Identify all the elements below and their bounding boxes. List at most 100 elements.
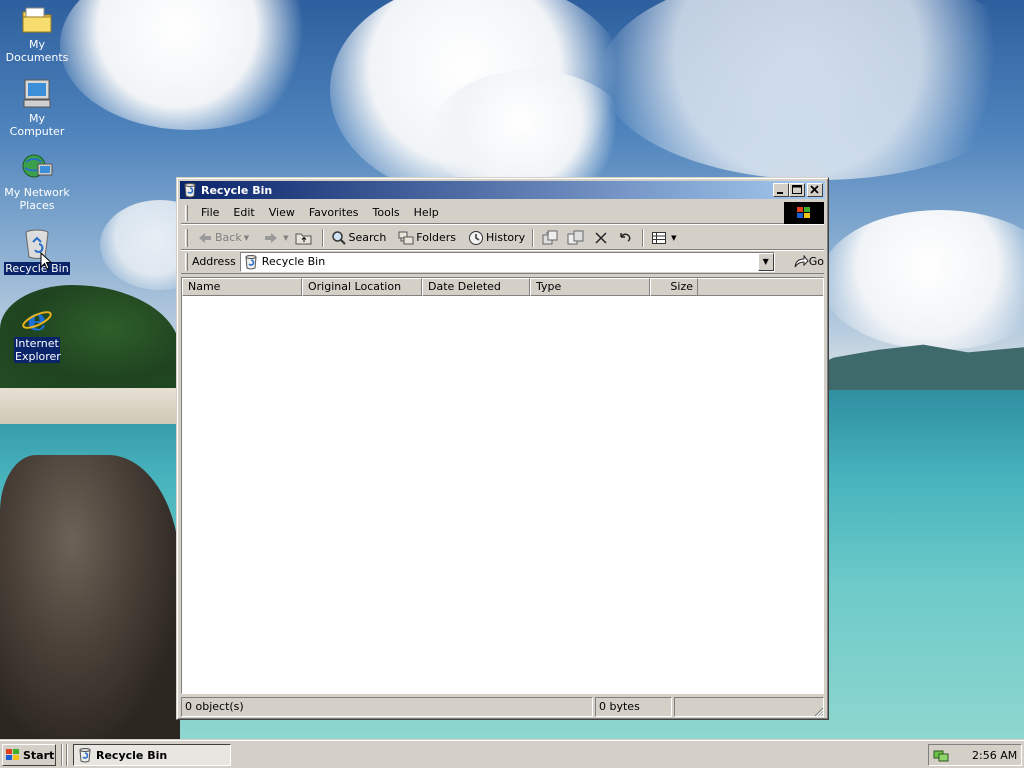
undo-button[interactable]	[614, 227, 638, 249]
back-arrow-icon	[199, 232, 211, 243]
menu-favorites[interactable]: Favorites	[302, 204, 366, 221]
undo-icon	[620, 232, 631, 242]
menu-edit[interactable]: Edit	[226, 204, 261, 221]
taskbar-button-label: Recycle Bin	[96, 748, 168, 762]
system-tray: 2:56 AM	[928, 744, 1022, 766]
resize-grip-icon[interactable]	[812, 705, 824, 717]
column-header-name[interactable]: Name	[182, 278, 302, 296]
address-bar: Address Recycle Bin ▼ Go	[181, 250, 824, 274]
search-label: Search	[348, 231, 387, 244]
start-label: Start	[23, 748, 55, 762]
taskbar-grip[interactable]	[66, 744, 68, 766]
desktop-icon-my-network-places[interactable]: My Network Places	[0, 152, 74, 212]
desktop-icon-label: My Documents	[5, 38, 69, 64]
address-label: Address	[191, 255, 236, 268]
clock[interactable]: 2:56 AM	[972, 749, 1017, 762]
views-dropdown-icon[interactable]: ▼	[671, 234, 676, 242]
minimize-button[interactable]	[773, 183, 789, 197]
folder-icon	[20, 4, 54, 36]
status-zone	[674, 697, 824, 717]
folders-icon	[398, 231, 414, 244]
history-icon	[469, 230, 484, 245]
copy-to-icon	[567, 230, 584, 244]
menu-view[interactable]: View	[262, 204, 302, 221]
address-dropdown-button[interactable]: ▼	[757, 252, 774, 271]
column-header-type[interactable]: Type	[530, 278, 650, 296]
address-value: Recycle Bin	[261, 255, 326, 268]
windows-logo-icon	[6, 749, 19, 760]
maximize-button[interactable]	[789, 183, 805, 197]
taskbar-button-recycle-bin[interactable]: Recycle Bin	[73, 744, 231, 766]
menu-file[interactable]: File	[194, 204, 226, 221]
column-headers: Name Original Location Date Deleted Type…	[182, 278, 823, 296]
network-connection-icon[interactable]	[932, 747, 950, 763]
up-folder-button[interactable]	[292, 227, 318, 249]
menu-tools[interactable]: Tools	[366, 204, 407, 221]
delete-icon	[595, 231, 607, 244]
search-button[interactable]: Search	[328, 227, 390, 249]
windows-logo-icon	[784, 202, 824, 224]
copy-to-button[interactable]	[564, 227, 590, 249]
search-icon	[331, 230, 346, 245]
up-folder-icon	[295, 233, 311, 244]
go-button[interactable]: Go	[793, 254, 824, 269]
go-label: Go	[808, 255, 824, 268]
toolbar-separator	[532, 228, 535, 247]
delete-button[interactable]	[590, 227, 614, 249]
column-header-size[interactable]: Size	[650, 278, 698, 296]
forward-button[interactable]: ▼	[260, 227, 291, 249]
address-input[interactable]: Recycle Bin ▼	[239, 251, 775, 272]
back-dropdown-icon[interactable]: ▼	[244, 234, 249, 242]
history-label: History	[486, 231, 526, 244]
close-icon	[810, 185, 819, 194]
history-button[interactable]: History	[465, 227, 528, 249]
minimize-icon	[777, 192, 783, 194]
status-object-count: 0 object(s)	[181, 697, 593, 717]
file-list-view[interactable]: Name Original Location Date Deleted Type…	[181, 277, 824, 694]
move-to-button[interactable]	[538, 227, 564, 249]
toolbar-grip[interactable]	[185, 228, 188, 247]
column-header-original-location[interactable]: Original Location	[302, 278, 422, 296]
desktop-icon-label: My Network Places	[4, 186, 70, 212]
views-icon	[652, 231, 667, 244]
desktop-icon-my-computer[interactable]: My Computer	[0, 78, 74, 138]
move-to-icon	[542, 230, 558, 244]
recycle-bin-icon	[243, 254, 259, 270]
maximize-icon	[792, 185, 802, 194]
standard-toolbar: Back ▼ ▼ Search Folders History ▼	[181, 226, 824, 250]
toolbar-separator	[321, 228, 324, 247]
menu-bar: File Edit View Favorites Tools Help	[181, 202, 824, 224]
toolbar-separator	[642, 228, 645, 247]
window-title: Recycle Bin	[201, 183, 273, 197]
back-button[interactable]: Back ▼	[194, 227, 252, 249]
computer-icon	[20, 78, 54, 110]
folders-button[interactable]: Folders	[395, 227, 459, 249]
views-button[interactable]: ▼	[648, 227, 679, 249]
menu-help[interactable]: Help	[407, 204, 446, 221]
desktop-icon-internet-explorer[interactable]: e Internet Explorer	[0, 303, 74, 363]
taskbar: Start Recycle Bin 2:56 AM	[0, 740, 1024, 768]
forward-dropdown-icon[interactable]: ▼	[283, 234, 288, 242]
internet-explorer-icon: e	[20, 303, 54, 338]
column-header-date-deleted[interactable]: Date Deleted	[422, 278, 530, 296]
addressbar-grip[interactable]	[185, 252, 188, 271]
menubar-grip[interactable]	[185, 204, 188, 221]
forward-arrow-icon	[265, 232, 278, 243]
status-bar: 0 object(s) 0 bytes	[181, 697, 824, 717]
desktop-icon-my-documents[interactable]: My Documents	[0, 4, 74, 64]
start-button[interactable]: Start	[2, 744, 56, 766]
desktop-icon-label: My Computer	[9, 112, 65, 138]
column-header-filler	[698, 278, 823, 296]
close-button[interactable]	[807, 183, 823, 197]
title-bar[interactable]: Recycle Bin	[180, 181, 825, 199]
recycle-bin-window[interactable]: Recycle Bin File Edit View Favorites Too…	[176, 177, 829, 720]
taskbar-divider	[61, 744, 63, 766]
chevron-down-icon: ▼	[762, 257, 769, 266]
desktop-icon-label: Internet Explorer	[14, 337, 61, 363]
network-icon	[20, 152, 54, 184]
recycle-bin-icon	[79, 748, 91, 763]
desktop-icon-recycle-bin[interactable]: Recycle Bin	[0, 228, 74, 275]
go-arrow-icon	[794, 254, 809, 267]
status-size: 0 bytes	[595, 697, 672, 717]
recycle-bin-icon	[182, 182, 198, 198]
